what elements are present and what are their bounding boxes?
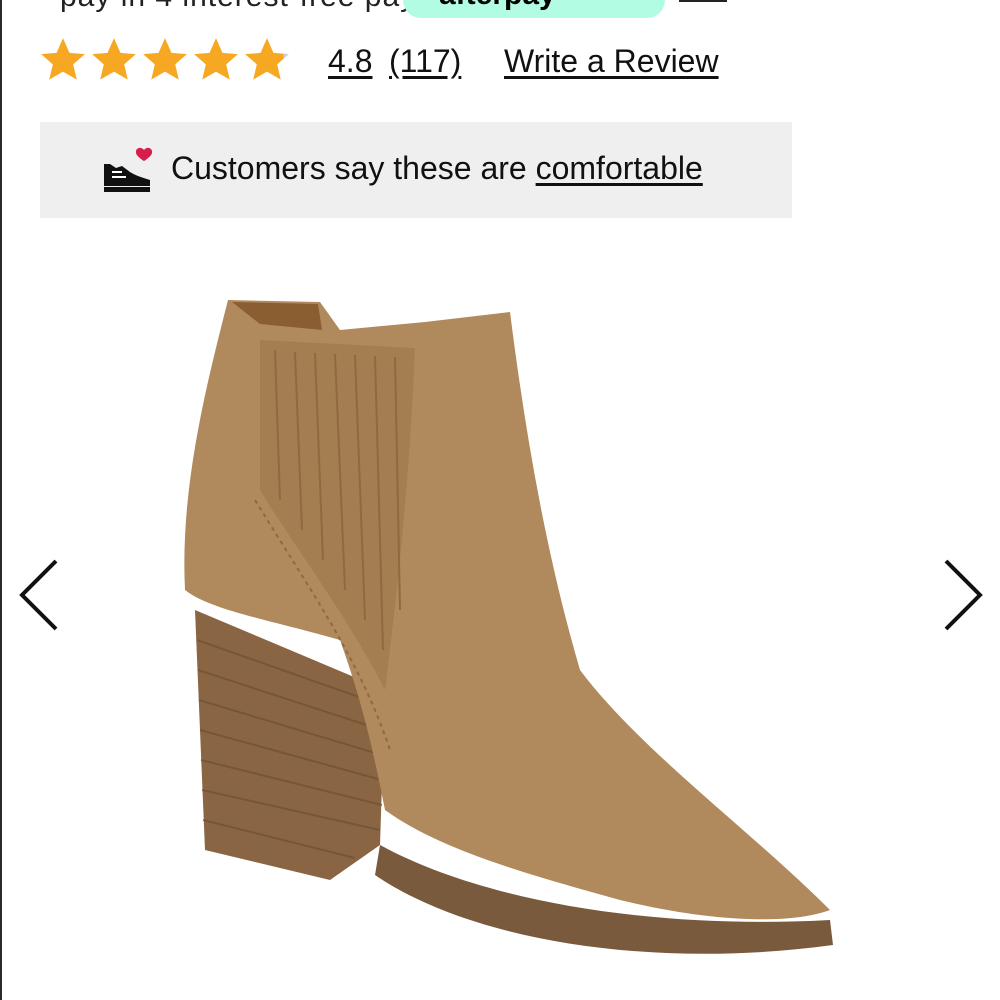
rating-value[interactable]: 4.8 xyxy=(328,43,372,80)
review-count[interactable]: (117) xyxy=(389,43,461,80)
comfort-banner: Customers say these are comfortable xyxy=(40,122,792,218)
star-icon xyxy=(41,38,85,80)
chevron-left-icon[interactable] xyxy=(14,555,64,635)
star-icon xyxy=(143,38,187,80)
afterpay-badge[interactable]: afterpay xyxy=(403,0,665,18)
comfort-text: Customers say these are comfortable xyxy=(171,150,703,187)
chevron-right-icon[interactable] xyxy=(938,555,988,635)
comfort-prefix: Customers say these are xyxy=(171,150,536,186)
star-icon xyxy=(92,38,136,80)
afterpay-strip: pay in 4 interest-free payments by after… xyxy=(0,0,1000,22)
write-review-link[interactable]: Write a Review xyxy=(504,43,719,80)
afterpay-more-link[interactable] xyxy=(679,0,727,2)
star-rating[interactable] xyxy=(38,35,293,85)
comfortable-link[interactable]: comfortable xyxy=(536,150,703,186)
star-icon xyxy=(245,38,289,80)
ankle-boot-image[interactable] xyxy=(150,290,850,980)
star-icon xyxy=(194,38,238,80)
viewport-edge xyxy=(0,0,2,1000)
rating-row: 4.8 (117) Write a Review xyxy=(38,35,758,87)
sneaker-heart-icon xyxy=(104,147,153,192)
afterpay-brand: afterpay xyxy=(439,0,556,12)
